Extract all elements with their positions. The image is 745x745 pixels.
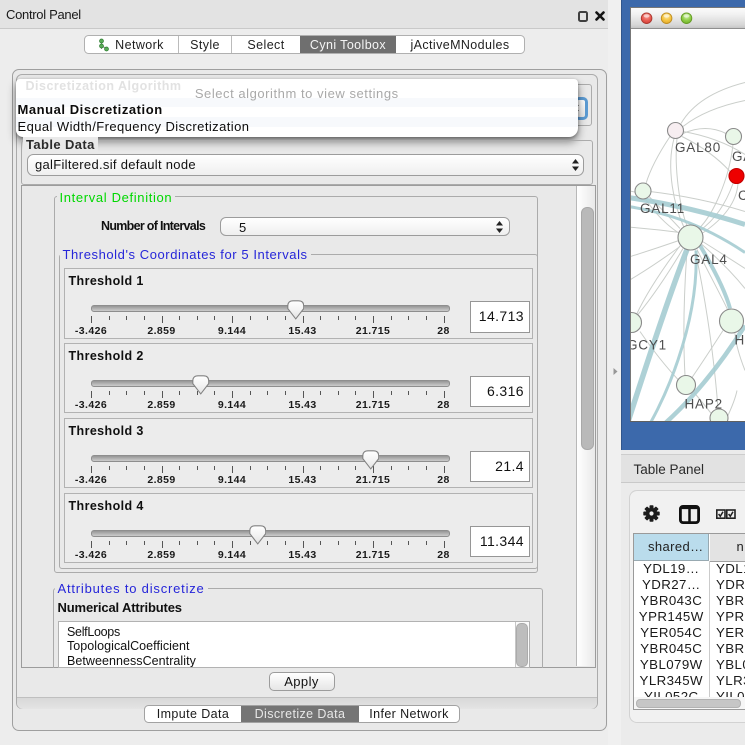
svg-text:GA: GA bbox=[732, 149, 745, 164]
svg-text:HAP2: HAP2 bbox=[685, 396, 723, 411]
svg-text:GAL80: GAL80 bbox=[675, 140, 721, 155]
svg-text:GCY1: GCY1 bbox=[631, 337, 667, 352]
svg-text:C: C bbox=[738, 188, 745, 203]
svg-text:GAL11: GAL11 bbox=[640, 201, 685, 216]
svg-text:GAL4: GAL4 bbox=[690, 252, 728, 267]
svg-text:H: H bbox=[735, 332, 745, 347]
